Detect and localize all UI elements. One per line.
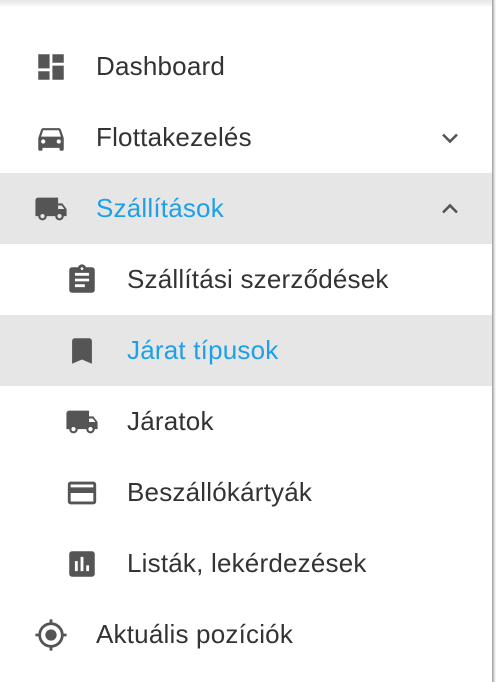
menu-item-label: Aktuális pozíciók — [96, 619, 294, 649]
menu-item-label: Flottakezelés — [96, 122, 252, 152]
menu-item-aktualis-poziciok[interactable]: Aktuális pozíciók — [0, 599, 492, 670]
clipboard-icon — [65, 263, 99, 297]
menu-item-szallitasok[interactable]: Szállítások — [0, 173, 492, 244]
top-strip — [0, 0, 492, 6]
submenu-item-szallitasi-szerzodesek[interactable]: Szállítási szerződések — [0, 244, 492, 315]
card-icon — [65, 476, 99, 510]
panel-edge-divider — [492, 0, 500, 682]
menu-item-label: Dashboard — [96, 51, 225, 81]
chevron-down-icon[interactable] — [436, 124, 464, 152]
submenu-item-label: Beszállókártyák — [127, 477, 313, 507]
submenu-item-label: Járat típusok — [127, 335, 279, 365]
chart-icon — [65, 547, 99, 581]
chevron-up-icon[interactable] — [436, 195, 464, 223]
menu-item-flottakezeles[interactable]: Flottakezelés — [0, 102, 492, 173]
submenu-item-jarat-tipusok[interactable]: Járat típusok — [0, 315, 492, 386]
submenu-item-label: Listák, lekérdezések — [127, 548, 367, 578]
submenu-item-beszallokartyak[interactable]: Beszállókártyák — [0, 457, 492, 528]
submenu-item-jaratok[interactable]: Járatok — [0, 386, 492, 457]
car-icon — [34, 121, 68, 155]
submenu-item-listak-lekerdezesek[interactable]: Listák, lekérdezések — [0, 528, 492, 599]
submenu-item-label: Szállítási szerződések — [127, 264, 389, 294]
menu-item-label: Szállítások — [96, 193, 224, 223]
submenu-item-label: Járatok — [127, 406, 214, 436]
bookmark-icon — [65, 334, 99, 368]
location-icon — [34, 618, 68, 652]
dashboard-icon — [34, 50, 68, 84]
truck-icon — [34, 192, 68, 226]
sidebar-menu: Dashboard Flottakezelés Szállítások Szál… — [0, 0, 492, 682]
truck-icon — [65, 405, 99, 439]
menu-item-dashboard[interactable]: Dashboard — [0, 31, 492, 102]
